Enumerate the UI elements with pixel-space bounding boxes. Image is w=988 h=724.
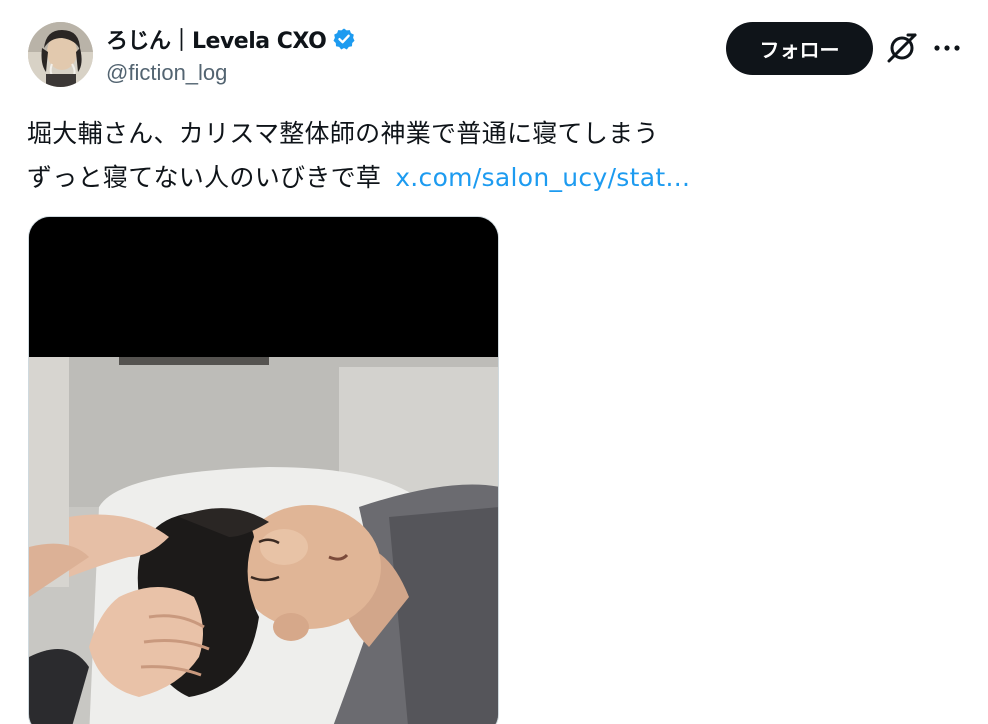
user-info: ろじん｜Levela CXO @fiction_log xyxy=(106,24,356,86)
tweet-line-2-text: ずっと寝てない人のいびきで草 xyxy=(27,163,382,192)
grok-icon[interactable] xyxy=(884,30,920,66)
video-frame-image xyxy=(29,217,498,724)
avatar-icon xyxy=(28,22,93,87)
verified-badge-icon[interactable] xyxy=(332,27,356,51)
tweet-video[interactable] xyxy=(28,216,499,724)
name-row: ろじん｜Levela CXO xyxy=(106,24,356,54)
user-handle[interactable]: @fiction_log xyxy=(106,60,356,86)
tweet-line-1: 堀大輔さん、カリスマ整体師の神業で普通に寝てしまう xyxy=(27,119,659,148)
tweet-card: ろじん｜Levela CXO @fiction_log フォロー 堀大輔さん、カ… xyxy=(0,0,988,724)
avatar[interactable] xyxy=(28,22,93,87)
display-name[interactable]: ろじん｜Levela CXO xyxy=(106,23,327,55)
follow-button[interactable]: フォロー xyxy=(726,22,873,75)
more-dots-icon[interactable] xyxy=(930,30,964,66)
tweet-link[interactable]: x.com/salon_ucy/stat... xyxy=(395,163,690,192)
tweet-line-2: ずっと寝てない人のいびきで草 x.com/salon_ucy/stat... xyxy=(27,156,957,200)
tweet-text: 堀大輔さん、カリスマ整体師の神業で普通に寝てしまう ずっと寝てない人のいびきで草… xyxy=(27,112,957,200)
